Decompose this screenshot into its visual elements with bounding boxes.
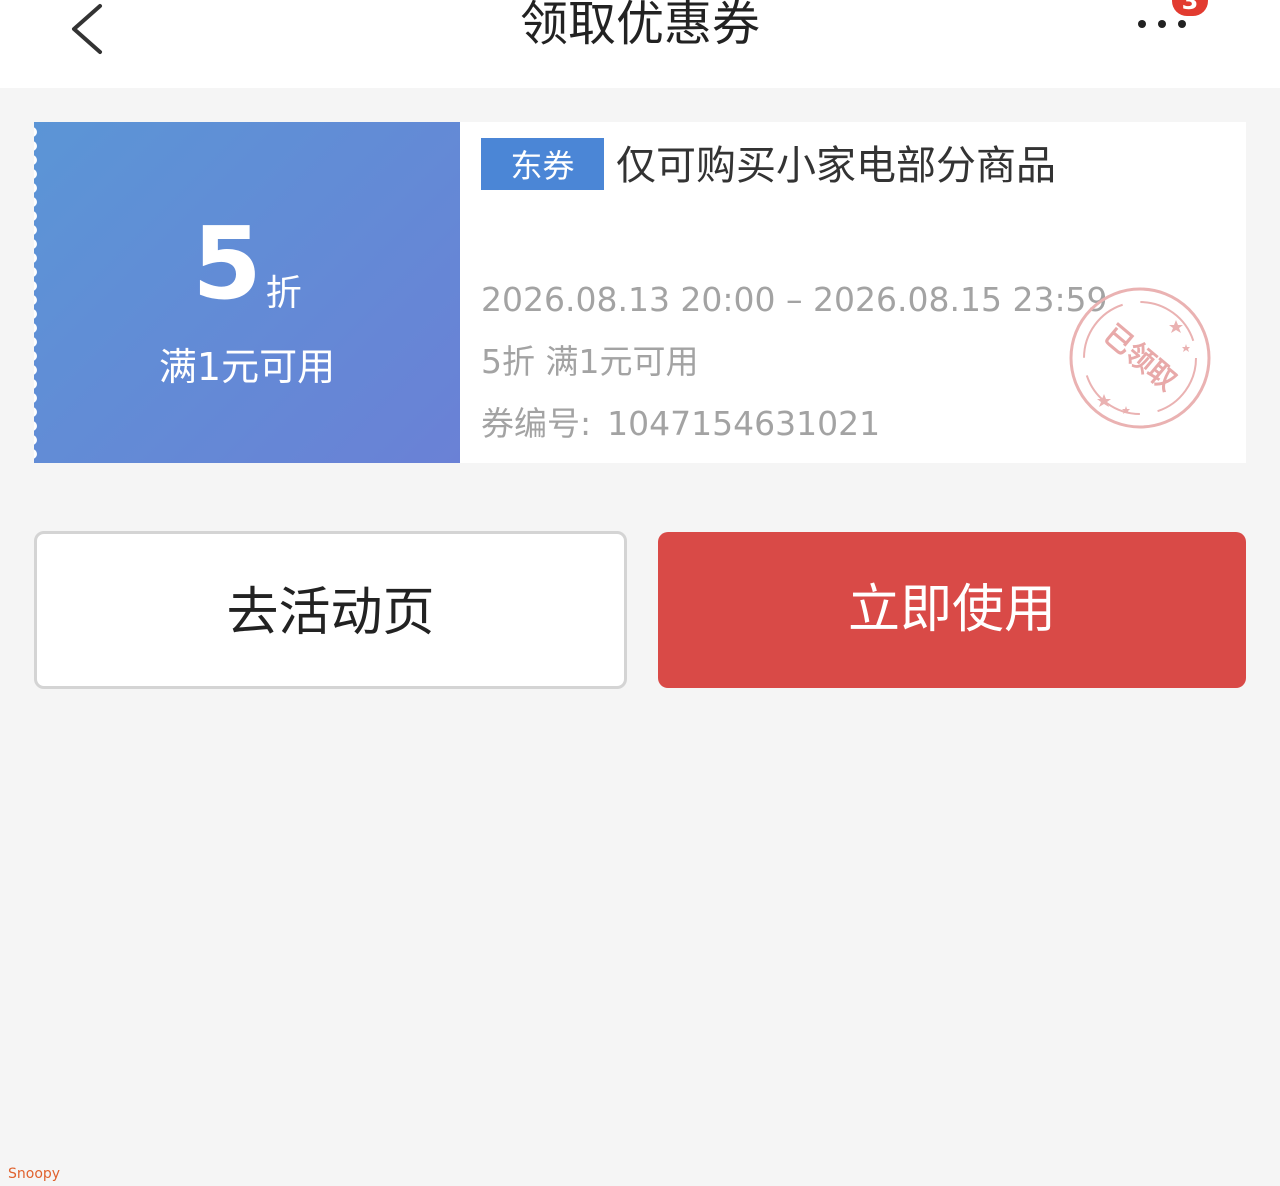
coupon-code-value: 1047154631021 (607, 404, 881, 443)
watermark: Snoopy (8, 1166, 61, 1182)
coupon-card[interactable]: 5折 满1元可用 东券 仅可购买小家电部分商品 2026.08.13 20:00… (34, 122, 1246, 463)
more-dots-icon (1138, 20, 1186, 28)
discount-number: 5 (192, 205, 262, 322)
coupon-condition: 满1元可用 (158, 345, 336, 389)
more-menu-button[interactable]: 3 (1128, 0, 1208, 50)
coupon-value-panel: 5折 满1元可用 (34, 122, 460, 463)
go-to-activity-button[interactable]: 去活动页 (34, 531, 627, 689)
coupon-code-row: 券编号: 1047154631021 (481, 402, 880, 446)
discount-amount: 5折 (34, 214, 460, 314)
discount-unit: 折 (265, 273, 302, 314)
top-nav-bar: 领取优惠券 3 (0, 0, 1280, 88)
coupon-code-label: 券编号: (481, 404, 592, 443)
coupon-name: 仅可购买小家电部分商品 (616, 143, 1056, 189)
claimed-stamp: 已领取 (1068, 286, 1212, 430)
coupon-rule: 5折 满1元可用 (481, 342, 699, 381)
coupon-type-tag: 东券 (481, 138, 604, 190)
page-title: 领取优惠券 (519, 0, 760, 52)
use-now-button[interactable]: 立即使用 (658, 532, 1246, 688)
coupon-validity: 2026.08.13 20:00 – 2026.08.15 23:59 (481, 280, 1108, 319)
